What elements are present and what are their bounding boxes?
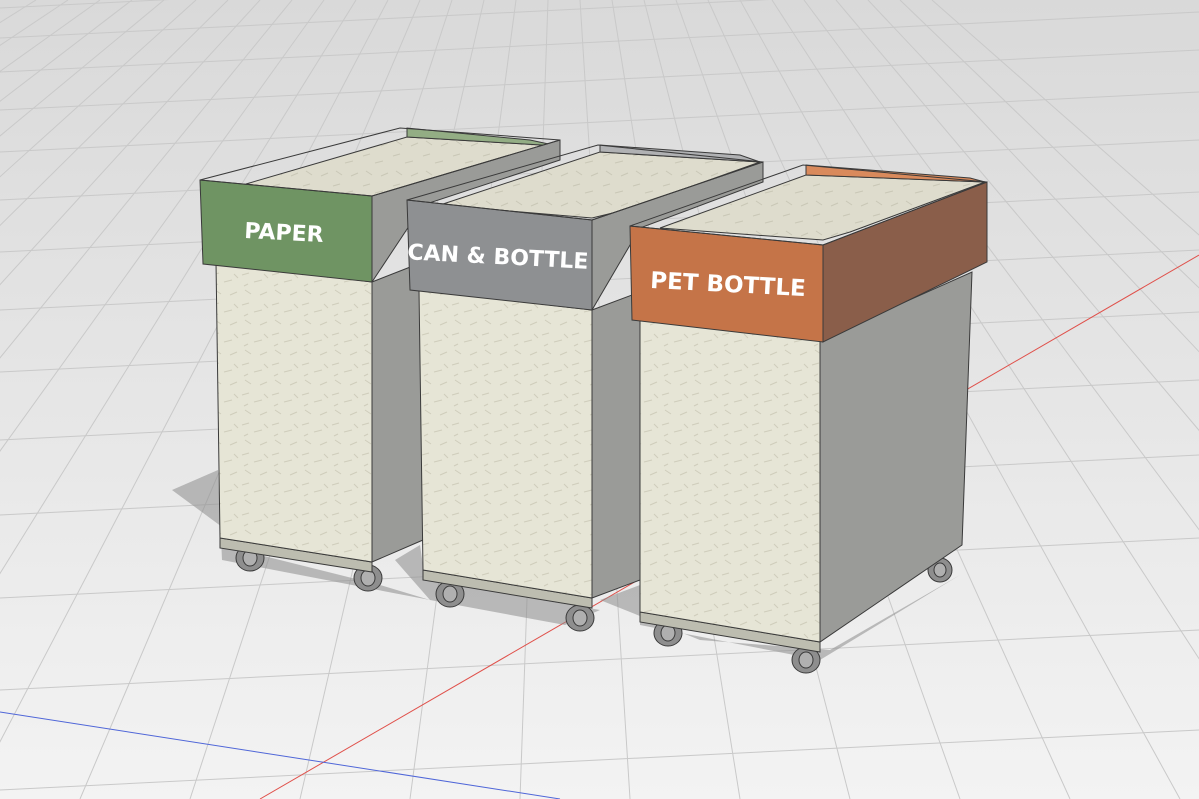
bin-body-front [418,289,593,599]
bin-label: PAPER [244,219,324,248]
bin-body-side [371,261,424,563]
bin-body-side [591,291,641,599]
caster-wheel [565,604,595,632]
bin-body-front [215,261,373,563]
3d-viewport[interactable]: PAPER CAN & BOTTLE PET BOTTLE [0,0,1199,799]
bin-body-front [639,317,821,643]
